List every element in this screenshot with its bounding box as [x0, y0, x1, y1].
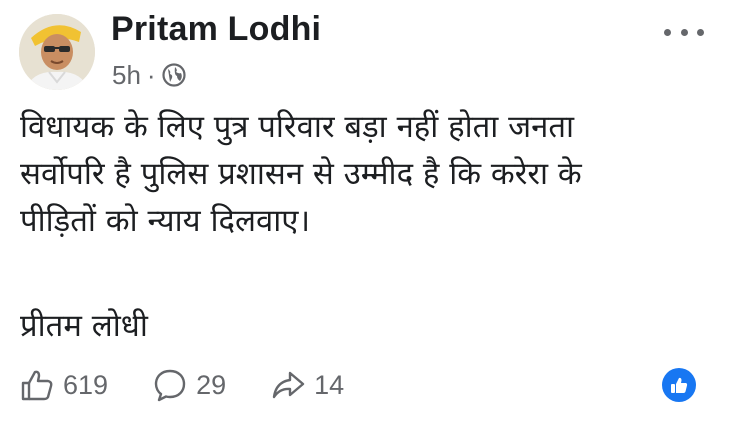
globe-icon — [161, 63, 186, 87]
thumbs-up-icon — [21, 370, 53, 401]
facebook-post: Pritam Lodhi 5h · विधायक के लिए पुत्र पर… — [0, 0, 733, 421]
like-button[interactable]: 619 — [20, 368, 108, 402]
meta-separator: · — [146, 59, 156, 90]
share-button[interactable]: 14 — [271, 368, 344, 402]
post-meta: 5h · — [112, 60, 186, 90]
comment-bubble-icon — [154, 369, 186, 402]
comment-count: 29 — [196, 369, 227, 400]
more-dot — [697, 28, 704, 36]
post-body-line: पीड़ितों को न्याय दिलवाए। — [20, 203, 311, 239]
thumbs-up-filled-icon — [671, 377, 688, 393]
post-actions: 619 29 14 — [20, 364, 344, 406]
share-arrow-icon — [272, 371, 305, 399]
author-name[interactable]: Pritam Lodhi — [111, 10, 321, 49]
post-signature: प्रीतम लोधी — [20, 308, 148, 344]
post-body-line: सर्वोपरि है पुलिस प्रशासन से उम्मीद है क… — [20, 156, 582, 192]
more-dot — [680, 28, 688, 36]
comment-button[interactable]: 29 — [153, 368, 226, 402]
more-options-icon[interactable] — [664, 24, 704, 40]
post-time[interactable]: 5h — [112, 60, 141, 91]
avatar-image — [19, 14, 95, 90]
avatar[interactable] — [19, 14, 95, 90]
share-count: 14 — [314, 369, 345, 400]
like-count: 619 — [63, 369, 109, 400]
post-body-line: विधायक के लिए पुत्र परिवार बड़ा नहीं होत… — [20, 109, 575, 145]
like-reaction-icon[interactable] — [662, 368, 696, 402]
more-dot — [664, 28, 671, 36]
post-body: विधायक के लिए पुत्र परिवार बड़ा नहीं होत… — [20, 104, 720, 245]
